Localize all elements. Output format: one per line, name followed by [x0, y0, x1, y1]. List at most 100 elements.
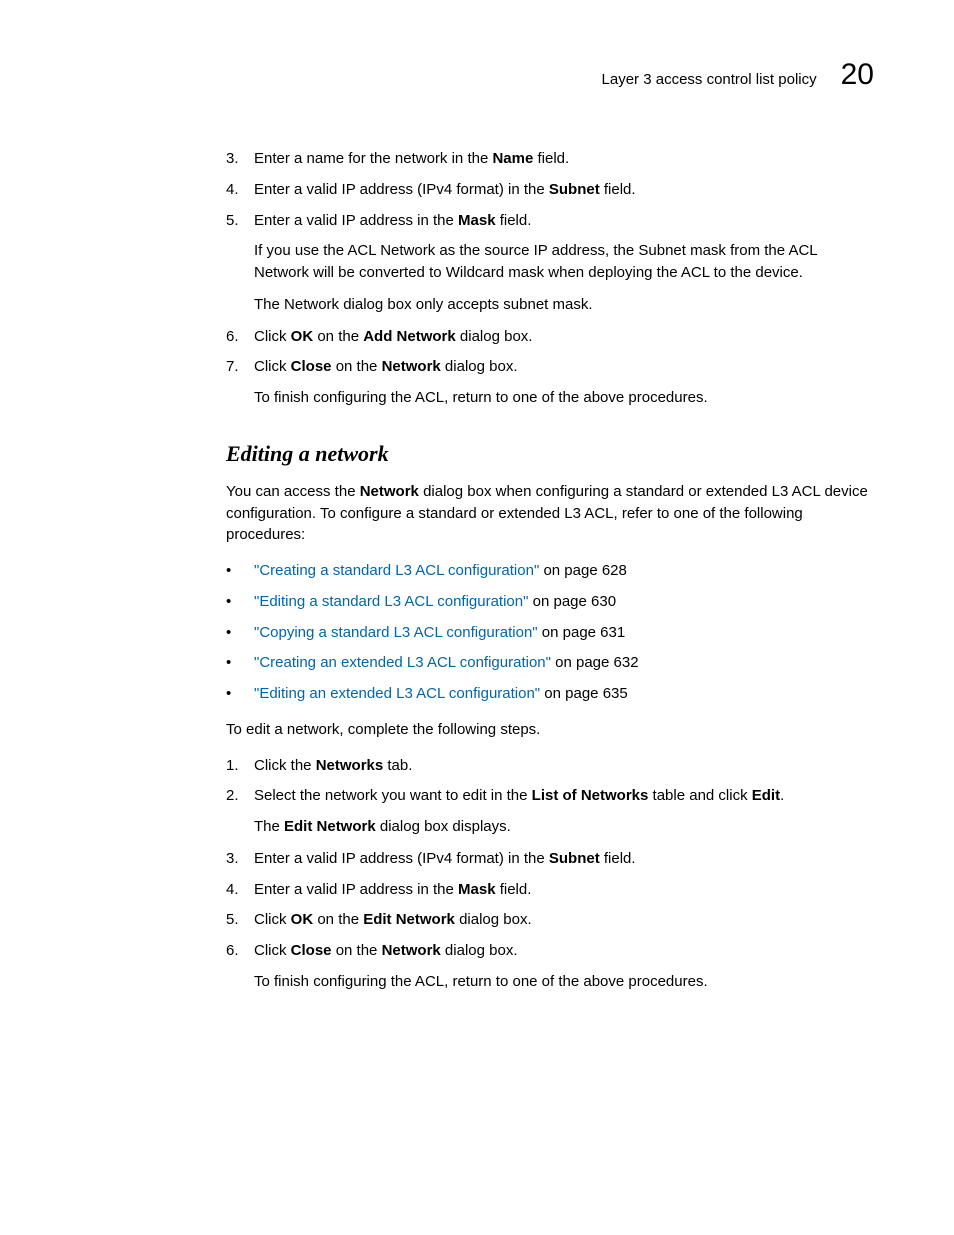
text: Enter a valid IP address (IPv4 format) i… — [254, 181, 549, 198]
edit-step-6-note: To finish configuring the ACL, return to… — [254, 971, 874, 993]
step-text: Enter a valid IP address (IPv4 format) i… — [254, 179, 636, 201]
text: tab. — [383, 757, 412, 774]
step-5: 5. Enter a valid IP address in the Mask … — [226, 210, 874, 232]
text: on the — [313, 911, 363, 928]
step-5-note-1: If you use the ACL Network as the source… — [254, 240, 874, 284]
step-number: 4. — [226, 179, 240, 201]
reference-link[interactable]: "Creating an extended L3 ACL configurati… — [254, 654, 551, 671]
step-number: 7. — [226, 356, 240, 378]
text: Select the network you want to edit in t… — [254, 787, 532, 804]
edit-step-1: 1. Click the Networks tab. — [226, 755, 874, 777]
step-7: 7. Click Close on the Network dialog box… — [226, 356, 874, 378]
text: on page 632 — [551, 654, 639, 671]
step-7-note: To finish configuring the ACL, return to… — [254, 387, 874, 409]
reference-link[interactable]: "Creating a standard L3 ACL configuratio… — [254, 562, 539, 579]
step-text: Select the network you want to edit in t… — [254, 785, 784, 807]
chapter-number: 20 — [841, 60, 874, 90]
bold-text: OK — [291, 911, 314, 928]
bold-text: Name — [492, 150, 533, 167]
text: dialog box. — [441, 942, 518, 959]
step-number: 5. — [226, 210, 240, 232]
bullet-icon: • — [226, 622, 240, 644]
step-text: Click Close on the Network dialog box. — [254, 940, 518, 962]
reference-text: "Editing a standard L3 ACL configuration… — [254, 591, 616, 613]
text: You can access the — [226, 483, 360, 500]
text: dialog box. — [455, 911, 532, 928]
bold-text: Edit Network — [284, 818, 376, 835]
bold-text: List of Networks — [532, 787, 649, 804]
text: Enter a valid IP address in the — [254, 212, 458, 229]
text: Click — [254, 911, 291, 928]
text: field. — [496, 881, 532, 898]
step-text: Enter a name for the network in the Name… — [254, 148, 569, 170]
step-6: 6. Click OK on the Add Network dialog bo… — [226, 326, 874, 348]
text: on page 628 — [539, 562, 627, 579]
step-number: 1. — [226, 755, 240, 777]
text: Click — [254, 328, 291, 345]
content-area: 3. Enter a name for the network in the N… — [80, 148, 874, 993]
page: Layer 3 access control list policy 20 3.… — [0, 0, 954, 1063]
step-5-note-2: The Network dialog box only accepts subn… — [254, 294, 874, 316]
reference-item: • "Editing a standard L3 ACL configurati… — [226, 591, 874, 613]
reference-text: "Copying a standard L3 ACL configuration… — [254, 622, 625, 644]
text: on the — [332, 358, 382, 375]
bullet-icon: • — [226, 591, 240, 613]
reference-list: • "Creating a standard L3 ACL configurat… — [226, 560, 874, 705]
edit-step-2-note: The Edit Network dialog box displays. — [254, 816, 874, 838]
edit-step-3: 3. Enter a valid IP address (IPv4 format… — [226, 848, 874, 870]
text: table and click — [648, 787, 751, 804]
reference-link[interactable]: "Editing an extended L3 ACL configuratio… — [254, 685, 540, 702]
text: on page 631 — [538, 624, 626, 641]
bold-text: Add Network — [363, 328, 456, 345]
reference-item: • "Creating an extended L3 ACL configura… — [226, 652, 874, 674]
step-text: Click the Networks tab. — [254, 755, 412, 777]
step-number: 6. — [226, 940, 240, 962]
text: field. — [600, 850, 636, 867]
text: on page 630 — [528, 593, 616, 610]
text: Enter a valid IP address in the — [254, 881, 458, 898]
bold-text: Networks — [316, 757, 384, 774]
bold-text: Edit — [752, 787, 780, 804]
reference-item: • "Editing an extended L3 ACL configurat… — [226, 683, 874, 705]
step-number: 5. — [226, 909, 240, 931]
bullet-icon: • — [226, 560, 240, 582]
text: Enter a valid IP address (IPv4 format) i… — [254, 850, 549, 867]
reference-item: • "Copying a standard L3 ACL configurati… — [226, 622, 874, 644]
step-text: Click OK on the Add Network dialog box. — [254, 326, 532, 348]
bold-text: Close — [291, 942, 332, 959]
bold-text: Edit Network — [363, 911, 455, 928]
bold-text: OK — [291, 328, 314, 345]
text: on the — [332, 942, 382, 959]
step-text: Click OK on the Edit Network dialog box. — [254, 909, 532, 931]
step-number: 3. — [226, 148, 240, 170]
text: on page 635 — [540, 685, 628, 702]
step-text: Enter a valid IP address in the Mask fie… — [254, 879, 531, 901]
top-step-list: 3. Enter a name for the network in the N… — [226, 148, 874, 231]
bold-text: Mask — [458, 212, 496, 229]
header-title: Layer 3 access control list policy — [602, 71, 817, 88]
text: Click — [254, 942, 291, 959]
bold-text: Mask — [458, 881, 496, 898]
step-text: Enter a valid IP address in the Mask fie… — [254, 210, 531, 232]
reference-link[interactable]: "Editing a standard L3 ACL configuration… — [254, 593, 528, 610]
step-text: Enter a valid IP address (IPv4 format) i… — [254, 848, 636, 870]
text: . — [780, 787, 784, 804]
reference-text: "Editing an extended L3 ACL configuratio… — [254, 683, 628, 705]
edit-step-6: 6. Click Close on the Network dialog box… — [226, 940, 874, 962]
step-4: 4. Enter a valid IP address (IPv4 format… — [226, 179, 874, 201]
text: Click — [254, 358, 291, 375]
bold-text: Network — [382, 358, 441, 375]
reference-link[interactable]: "Copying a standard L3 ACL configuration… — [254, 624, 538, 641]
page-header: Layer 3 access control list policy 20 — [80, 60, 874, 90]
reference-text: "Creating an extended L3 ACL configurati… — [254, 652, 639, 674]
edit-step-list: 1. Click the Networks tab. 2. Select the… — [226, 755, 874, 808]
bold-text: Network — [360, 483, 419, 500]
section-heading-editing-network: Editing a network — [226, 441, 874, 467]
step-number: 6. — [226, 326, 240, 348]
bold-text: Subnet — [549, 850, 600, 867]
bold-text: Close — [291, 358, 332, 375]
text: dialog box displays. — [376, 818, 511, 835]
step-text: Click Close on the Network dialog box. — [254, 356, 518, 378]
text: field. — [600, 181, 636, 198]
reference-item: • "Creating a standard L3 ACL configurat… — [226, 560, 874, 582]
